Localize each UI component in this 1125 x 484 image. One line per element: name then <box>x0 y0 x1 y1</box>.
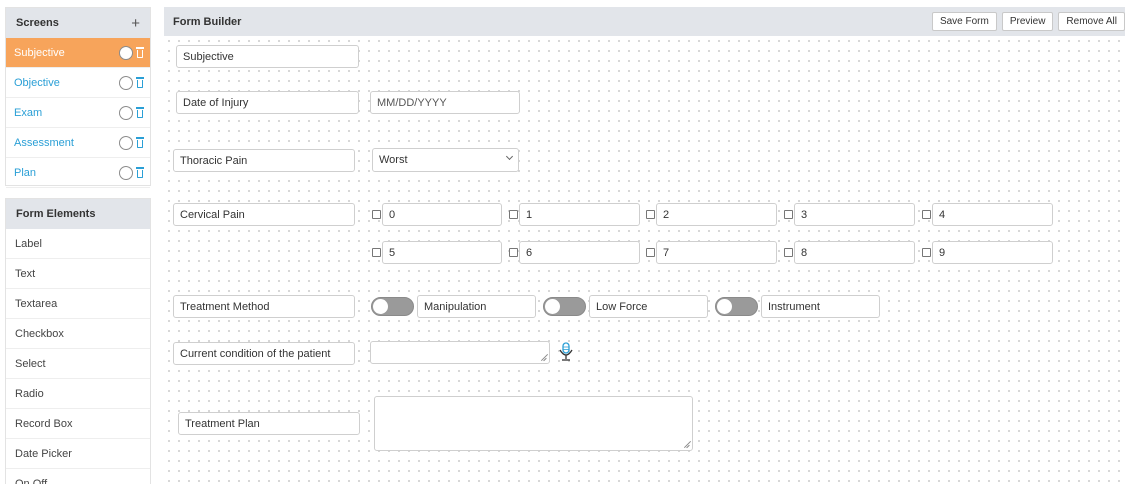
element-label[interactable]: Label <box>6 229 150 259</box>
resize-handle-icon[interactable] <box>540 354 547 361</box>
toggle-option-field[interactable]: Manipulation <box>417 295 536 318</box>
checkbox[interactable] <box>922 210 931 219</box>
toggle-option-field[interactable]: Low Force <box>589 295 708 318</box>
thoracic-pain-label-field[interactable]: Thoracic Pain <box>173 149 355 172</box>
checkbox-option-field[interactable]: 5 <box>382 241 502 264</box>
trash-icon[interactable] <box>136 77 144 88</box>
thoracic-pain-select-value: Worst <box>379 154 408 166</box>
radio-circle-icon[interactable] <box>119 75 133 90</box>
resize-handle-icon[interactable] <box>683 441 690 448</box>
date-of-injury-label-field[interactable]: Date of Injury <box>176 91 359 114</box>
radio-circle-icon[interactable] <box>119 45 133 60</box>
treatment-plan-label-field[interactable]: Treatment Plan <box>178 412 360 435</box>
screen-item-label: Assessment <box>14 136 74 149</box>
checkbox[interactable] <box>509 210 518 219</box>
screen-item-label: Exam <box>14 106 43 119</box>
chevron-down-icon <box>505 152 514 161</box>
cervical-pain-label-field[interactable]: Cervical Pain <box>173 203 355 226</box>
form-builder-main: Form Builder Save Form Preview Remove Al… <box>164 7 1125 484</box>
trash-icon[interactable] <box>136 167 144 178</box>
checkbox-option-field[interactable]: 0 <box>382 203 502 226</box>
screen-item-label: Subjective <box>14 46 65 59</box>
trash-icon[interactable] <box>136 47 144 58</box>
form-builder-header: Form Builder Save Form Preview Remove Al… <box>164 7 1125 36</box>
screen-item-assessment[interactable]: Assessment <box>6 128 150 158</box>
subjective-label-field[interactable]: Subjective <box>176 45 359 68</box>
screens-panel: Screens + Subjective Objective Exam Asse… <box>5 7 151 188</box>
checkbox[interactable] <box>646 210 655 219</box>
element-textarea[interactable]: Textarea <box>6 289 150 319</box>
current-condition-label-field[interactable]: Current condition of the patient <box>173 342 355 365</box>
element-text[interactable]: Text <box>6 259 150 289</box>
thoracic-pain-select[interactable]: Worst <box>372 148 519 172</box>
toggle-switch[interactable] <box>715 297 758 316</box>
trash-icon[interactable] <box>136 137 144 148</box>
checkbox-option-field[interactable]: 9 <box>932 241 1053 264</box>
save-form-button[interactable]: Save Form <box>931 12 997 31</box>
page-title: Form Builder <box>173 15 242 28</box>
remove-all-button[interactable]: Remove All <box>1058 12 1125 31</box>
toggle-switch[interactable] <box>543 297 586 316</box>
preview-button[interactable]: Preview <box>1001 12 1054 31</box>
element-date-picker[interactable]: Date Picker <box>6 439 150 469</box>
record-box-textarea[interactable] <box>370 341 550 364</box>
form-elements-title: Form Elements <box>16 208 96 220</box>
form-elements-header: Form Elements <box>6 199 150 229</box>
toggle-option-field[interactable]: Instrument <box>761 295 880 318</box>
checkbox-option-field[interactable]: 2 <box>656 203 777 226</box>
checkbox[interactable] <box>646 248 655 257</box>
element-on-off[interactable]: On Off <box>6 469 150 484</box>
date-picker-input[interactable]: MM/DD/YYYY <box>370 91 520 114</box>
radio-circle-icon[interactable] <box>119 135 133 150</box>
plus-icon[interactable]: + <box>131 16 140 31</box>
checkbox[interactable] <box>372 210 381 219</box>
checkbox[interactable] <box>784 248 793 257</box>
checkbox-option-field[interactable]: 4 <box>932 203 1053 226</box>
treatment-method-label-field[interactable]: Treatment Method <box>173 295 355 318</box>
screen-item-objective[interactable]: Objective <box>6 68 150 98</box>
screen-item-plan[interactable]: Plan <box>6 158 150 188</box>
trash-icon[interactable] <box>136 107 144 118</box>
microphone-icon[interactable] <box>558 342 574 362</box>
element-checkbox[interactable]: Checkbox <box>6 319 150 349</box>
form-elements-panel: Form Elements Label Text Textarea Checkb… <box>5 198 151 484</box>
screen-item-label: Objective <box>14 76 60 89</box>
element-record-box[interactable]: Record Box <box>6 409 150 439</box>
treatment-plan-textarea[interactable] <box>374 396 693 451</box>
checkbox-option-field[interactable]: 6 <box>519 241 640 264</box>
checkbox[interactable] <box>922 248 931 257</box>
checkbox[interactable] <box>372 248 381 257</box>
element-radio[interactable]: Radio <box>6 379 150 409</box>
screen-item-exam[interactable]: Exam <box>6 98 150 128</box>
toggle-switch[interactable] <box>371 297 414 316</box>
screen-item-subjective[interactable]: Subjective <box>6 38 150 68</box>
screen-item-label: Plan <box>14 166 37 179</box>
radio-circle-icon[interactable] <box>119 105 133 120</box>
screens-title: Screens <box>16 17 59 29</box>
element-select[interactable]: Select <box>6 349 150 379</box>
form-canvas[interactable]: Subjective Date of Injury MM/DD/YYYY Tho… <box>164 36 1125 484</box>
radio-circle-icon[interactable] <box>119 165 133 180</box>
checkbox[interactable] <box>784 210 793 219</box>
checkbox-option-field[interactable]: 7 <box>656 241 777 264</box>
checkbox-option-field[interactable]: 1 <box>519 203 640 226</box>
checkbox[interactable] <box>509 248 518 257</box>
checkbox-option-field[interactable]: 8 <box>794 241 915 264</box>
screens-header: Screens + <box>6 8 150 38</box>
checkbox-option-field[interactable]: 3 <box>794 203 915 226</box>
